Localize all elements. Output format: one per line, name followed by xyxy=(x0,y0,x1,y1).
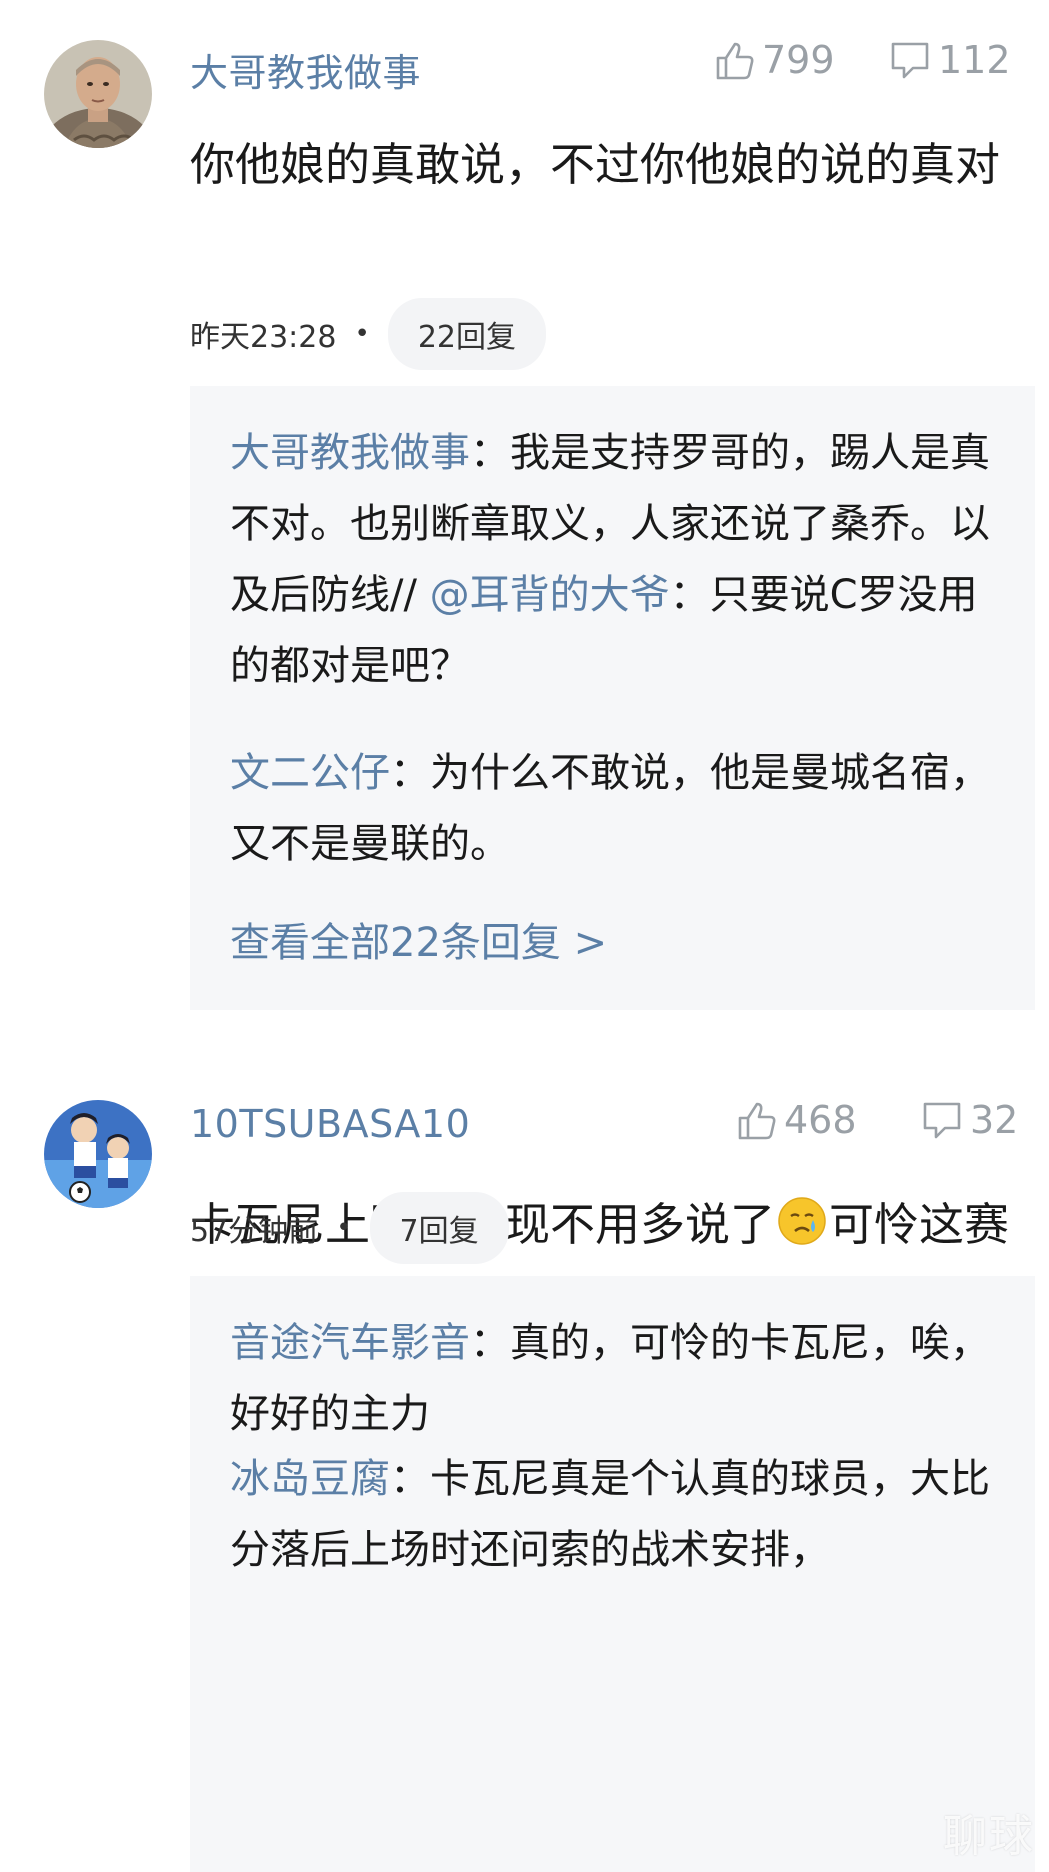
like-count: 799 xyxy=(762,38,835,82)
like-count: 468 xyxy=(784,1098,857,1142)
reply-item: 大哥教我做事：我是支持罗哥的，踢人是真不对。也别断章取义，人家还说了桑乔。以及后… xyxy=(230,418,1005,702)
reply-count-button[interactable]: 112 xyxy=(888,38,1011,82)
username[interactable]: 10TSUBASA10 xyxy=(190,1102,470,1146)
timestamp: 57分钟前 xyxy=(190,1214,319,1249)
reply-item: 冰岛豆腐：卡瓦尼真是个认真的球员，大比分落后上场时还问索的战术安排， xyxy=(230,1444,1005,1586)
like-button[interactable]: 799 xyxy=(712,38,835,82)
separator-dot: • xyxy=(336,1213,352,1243)
comment-text: 你他娘的真敢说，不过你他娘的说的真对 xyxy=(190,138,1001,191)
username[interactable]: 大哥教我做事 xyxy=(190,42,421,97)
reply-count-button[interactable]: 32 xyxy=(920,1098,1018,1142)
reply-username[interactable]: 文二公仔 xyxy=(230,750,390,796)
reply-button[interactable]: 22回复 xyxy=(387,298,546,370)
comment-icon xyxy=(923,1102,961,1139)
separator-dot: • xyxy=(354,319,370,349)
reply-item: 音途汽车影音：真的，可怜的卡瓦尼，唉，好好的主力 xyxy=(230,1308,1005,1450)
reply-username[interactable]: 音途汽车影音 xyxy=(230,1320,470,1366)
comment-item: 大哥教我做事 799 112 你他娘的真敢说，不过你他娘的说的真对 昨天23:2… xyxy=(0,0,1049,1010)
comment-icon xyxy=(891,42,929,79)
reply-item: 文二公仔：为什么不敢说，他是曼城名宿，又不是曼联的。 xyxy=(230,738,1005,880)
avatar[interactable] xyxy=(44,40,152,148)
reply-count: 112 xyxy=(938,38,1011,82)
reply-thread: 大哥教我做事：我是支持罗哥的，踢人是真不对。也别断章取义，人家还说了桑乔。以及后… xyxy=(190,386,1035,1010)
thumbs-up-icon xyxy=(716,42,754,80)
thumbs-up-icon xyxy=(738,1102,776,1140)
watermark: 聊球 xyxy=(943,1811,1035,1862)
reply-count: 32 xyxy=(970,1098,1019,1142)
reply-username[interactable]: 冰岛豆腐 xyxy=(230,1456,390,1502)
avatar[interactable] xyxy=(44,1100,152,1208)
reply-thread: 音途汽车影音：真的，可怜的卡瓦尼，唉，好好的主力 冰岛豆腐：卡瓦尼真是个认真的球… xyxy=(190,1276,1035,1872)
comment-meta: 昨天23:28 • 22回复 xyxy=(190,298,546,370)
reply-username[interactable]: 大哥教我做事 xyxy=(230,430,470,476)
like-button[interactable]: 468 xyxy=(734,1098,857,1142)
view-all-replies-link[interactable]: 查看全部22条回复 > xyxy=(230,910,607,968)
crying-face-icon xyxy=(777,1192,827,1245)
mention-link[interactable]: @耳背的大爷 xyxy=(430,572,670,618)
reply-button[interactable]: 7回复 xyxy=(369,1192,509,1264)
comment-meta: 57分钟前 • 7回复 xyxy=(190,1192,509,1264)
timestamp: 昨天23:28 xyxy=(190,320,337,355)
